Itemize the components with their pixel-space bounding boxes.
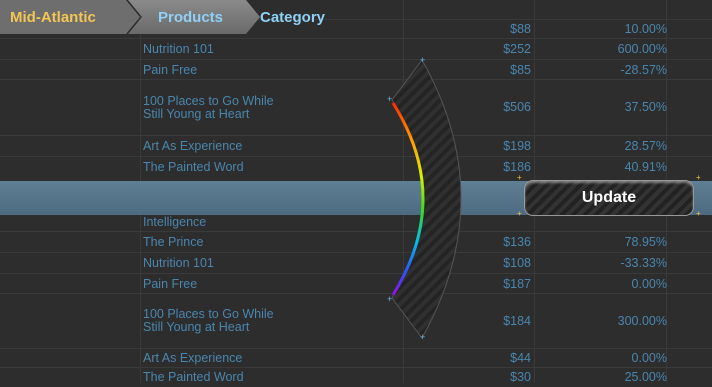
plus-icon: + [420, 332, 425, 342]
plus-icon: + [420, 55, 425, 65]
wheel-body[interactable] [391, 59, 462, 339]
update-button[interactable]: Update [524, 180, 694, 216]
plus-icon: + [387, 294, 392, 304]
plus-icon: + [387, 94, 392, 104]
corner-marker-icon: + [696, 173, 701, 182]
corner-marker-icon: + [696, 209, 701, 218]
corner-marker-icon: + [517, 173, 522, 182]
corner-marker-icon: + [517, 209, 522, 218]
